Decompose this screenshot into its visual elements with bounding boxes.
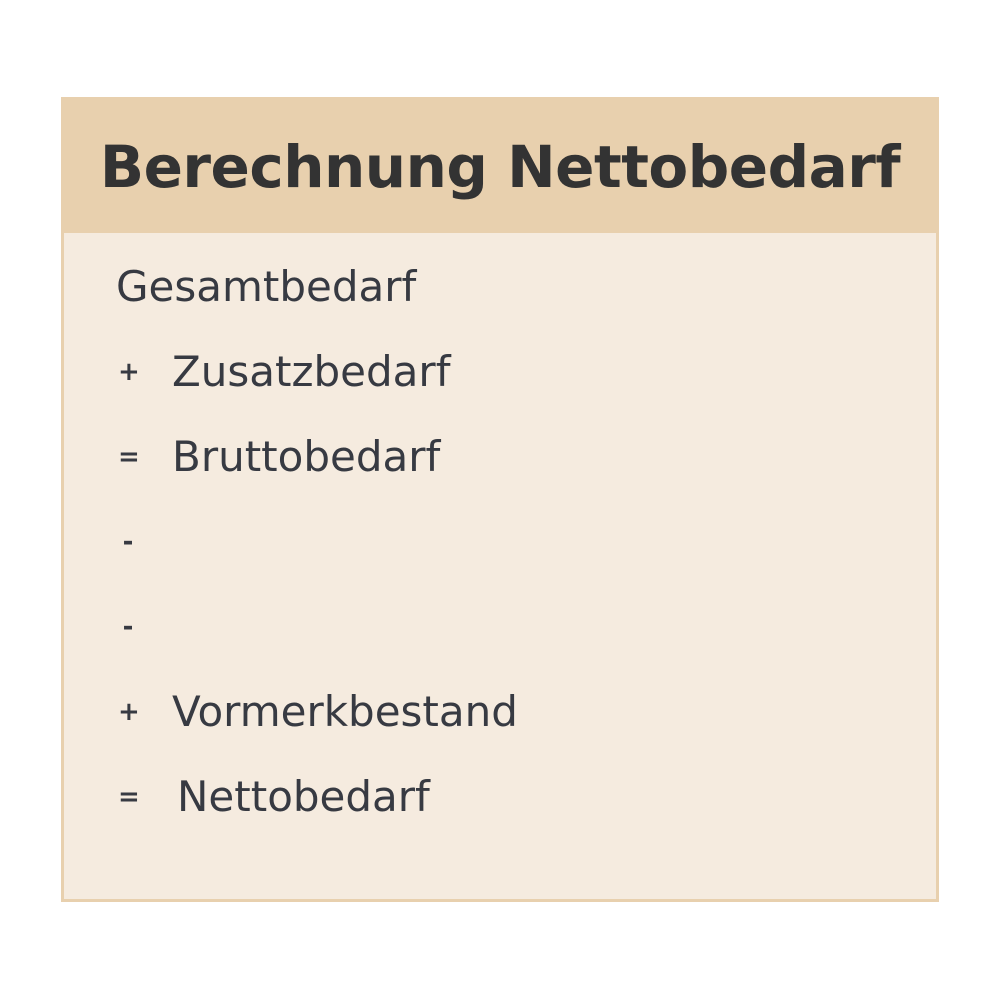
row-minus-blank-1: - (64, 505, 936, 590)
row-zusatzbedarf: + Zusatzbedarf (64, 335, 936, 420)
calculation-card: Berechnung Nettobedarf Gesamtbedarf + Zu… (61, 97, 939, 902)
row-label: Zusatzbedarf (172, 347, 451, 396)
card-title: Berechnung Nettobedarf (99, 132, 901, 201)
row-minus-blank-2: - (64, 590, 936, 675)
row-vormerkbestand: + Vormerkbestand (64, 675, 936, 760)
row-label: Bruttobedarf (172, 432, 441, 481)
operator-minus: - (122, 612, 134, 642)
row-bruttobedarf: = Bruttobedarf (64, 420, 936, 505)
operator-equals: = (118, 782, 140, 812)
row-label: Gesamtbedarf (116, 262, 417, 311)
row-label: Nettobedarf (177, 772, 430, 821)
row-gesamtbedarf: Gesamtbedarf (64, 250, 936, 335)
calculation-rows: Gesamtbedarf + Zusatzbedarf = Bruttobeda… (64, 250, 936, 845)
row-nettobedarf: = Nettobedarf (64, 760, 936, 845)
operator-plus: + (118, 357, 140, 387)
card-header: Berechnung Nettobedarf (64, 100, 936, 233)
operator-equals: = (118, 442, 140, 472)
operator-minus: - (122, 527, 134, 557)
row-label: Vormerkbestand (172, 687, 518, 736)
operator-plus: + (118, 697, 140, 727)
